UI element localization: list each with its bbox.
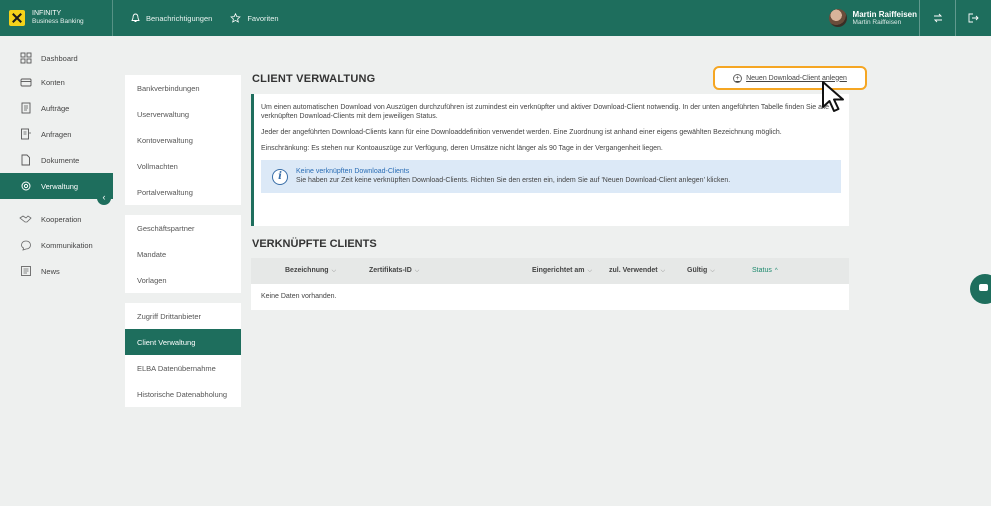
chat-icon <box>19 239 32 252</box>
requests-icon <box>19 128 32 141</box>
star-icon <box>230 13 242 23</box>
sidebar-item-label: Anfragen <box>41 129 72 139</box>
subnav-item-bankverbindungen[interactable]: Bankverbindungen <box>125 75 241 101</box>
sidebar-item-kooperation[interactable]: Kooperation <box>0 206 113 232</box>
sidebar-item-label: Kooperation <box>41 214 82 224</box>
subnav-group-clients: Zugriff Drittanbieter Client Verwaltung … <box>125 303 241 407</box>
gear-icon <box>19 180 32 193</box>
linked-clients-title: VERKNÜPFTE CLIENTS <box>252 238 377 250</box>
subnav-item-historische-datenabholung[interactable]: Historische Datenabholung <box>125 381 241 407</box>
bell-icon <box>131 13 140 22</box>
dashboard-icon <box>19 52 32 65</box>
column-header-zertifikats-id[interactable]: Zertifikats-ID ⌵ <box>369 267 419 275</box>
sidebar-item-dashboard[interactable]: Dashboard <box>0 47 113 69</box>
sidebar-item-auftraege[interactable]: Aufträge <box>0 95 113 121</box>
info-text-1: Um einen automatischen Download von Ausz… <box>261 104 829 120</box>
favorites-label: Favoriten <box>247 13 279 23</box>
document-icon <box>19 154 32 167</box>
table-header: Bezeichnung ⌵ Zertifikats-ID ⌵ Eingerichte… <box>251 258 849 284</box>
sidebar-item-label: Aufträge <box>41 103 70 113</box>
sidebar-item-kommunikation[interactable]: Kommunikation <box>0 232 113 258</box>
subnav-item-zugriff-drittanbieter[interactable]: Zugriff Drittanbieter <box>125 303 241 329</box>
notifications-label: Benachrichtigungen <box>146 13 213 23</box>
chevron-down-icon: ⌵ <box>660 268 666 274</box>
plus-circle-icon: + <box>733 73 743 83</box>
handshake-icon <box>19 213 32 226</box>
subnav-item-vollmachten[interactable]: Vollmachten <box>125 153 241 179</box>
swap-arrows-icon <box>933 13 942 23</box>
subnav-item-elba-datenuebernahme[interactable]: ELBA Datenübernahme <box>125 355 241 381</box>
info-text-3: Einschränkung: Es stehen nur Kontoauszüg… <box>261 145 663 152</box>
subnav-item-userverwaltung[interactable]: Userverwaltung <box>125 101 241 127</box>
subnav-group-bank: Bankverbindungen Userverwaltung Kontover… <box>125 75 241 205</box>
clients-table: Bezeichnung ⌵ Zertifikats-ID ⌵ Eingerichte… <box>251 258 849 310</box>
sidebar-item-label: Kommunikation <box>41 240 93 250</box>
brand-logo[interactable]: INFINITY Business Banking <box>0 0 113 36</box>
sidebar-item-label: Konten <box>41 77 65 87</box>
chevron-down-icon: ⌵ <box>331 268 337 274</box>
logout-icon <box>968 13 979 23</box>
chevron-down-icon: ⌵ <box>587 268 593 274</box>
subnav-item-client-verwaltung[interactable]: Client Verwaltung <box>125 329 241 355</box>
no-clients-notice: i Keine verknüpften Download-Clients Sie… <box>261 160 841 193</box>
sidebar-item-label: Dashboard <box>41 53 78 63</box>
column-header-zul-verwendet[interactable]: zul. Verwendet ⌵ <box>609 267 665 275</box>
brand-name: INFINITY <box>32 10 62 17</box>
sidebar-item-dokumente[interactable]: Dokumente <box>0 147 113 173</box>
info-icon: i <box>272 168 288 185</box>
chevron-down-icon: ⌵ <box>414 268 420 274</box>
column-header-gueltig[interactable]: Gültig ⌵ <box>687 267 715 275</box>
subnav-item-portalverwaltung[interactable]: Portalverwaltung <box>125 179 241 205</box>
switch-button[interactable] <box>919 0 955 36</box>
subnav-group-partners: Geschäftspartner Mandate Vorlagen <box>125 215 241 293</box>
subnav-item-kontoverwaltung[interactable]: Kontoverwaltung <box>125 127 241 153</box>
column-header-eingerichtet-am[interactable]: Eingerichtet am ⌵ <box>532 267 592 275</box>
sidebar-item-label: Verwaltung <box>41 181 79 191</box>
chevron-left-icon: ‹ <box>102 192 106 202</box>
logout-button[interactable] <box>955 0 991 36</box>
user-name: Martin Raiffeisen <box>852 10 917 19</box>
user-subtitle: Martin Raiffeisen <box>852 19 902 26</box>
info-text-2: Jeder der angeführten Download-Clients k… <box>261 129 782 136</box>
sidebar-item-konten[interactable]: Konten <box>0 69 113 95</box>
wallet-icon <box>19 76 32 89</box>
news-icon <box>19 265 32 278</box>
orders-icon <box>19 102 32 115</box>
sidebar-item-label: Dokumente <box>41 155 80 165</box>
top-bar: INFINITY Business Banking Benachrichtigu… <box>0 0 991 36</box>
chevron-down-icon: ⌵ <box>710 268 715 274</box>
chevron-up-icon: ^ <box>774 268 778 274</box>
notice-text: Sie haben zur Zeit keine verknüpften Dow… <box>296 177 731 184</box>
brand-subtitle: Business Banking <box>32 18 84 25</box>
raiffeisen-logo-icon <box>9 10 25 26</box>
info-panel: Um einen automatischen Download von Ausz… <box>251 94 849 226</box>
sidebar-collapse-button[interactable]: ‹ <box>97 191 111 205</box>
column-header-bezeichnung[interactable]: Bezeichnung ⌵ <box>285 267 336 275</box>
user-profile[interactable]: Martin Raiffeisen Martin Raiffeisen <box>828 0 917 36</box>
favorites-link[interactable]: Favoriten <box>230 13 279 23</box>
notifications-link[interactable]: Benachrichtigungen <box>131 13 212 23</box>
subnav-item-geschaeftspartner[interactable]: Geschäftspartner <box>125 215 241 241</box>
chat-fab-button[interactable] <box>970 274 991 304</box>
notice-title: Keine verknüpften Download-Clients <box>296 168 410 175</box>
page-title: CLIENT VERWALTUNG <box>252 73 376 85</box>
sidebar-item-anfragen[interactable]: Anfragen <box>0 121 113 147</box>
subnav-item-mandate[interactable]: Mandate <box>125 241 241 267</box>
sidebar-item-label: News <box>41 266 60 276</box>
table-empty-row: Keine Daten vorhanden. <box>261 293 337 300</box>
mouse-cursor-icon <box>822 81 844 112</box>
column-header-status[interactable]: Status ^ <box>752 267 778 274</box>
subnav-item-vorlagen[interactable]: Vorlagen <box>125 267 241 293</box>
sidebar-item-news[interactable]: News <box>0 258 113 284</box>
avatar <box>828 9 847 27</box>
sidebar: Dashboard Konten Aufträge Anfragen Dokum… <box>0 36 113 506</box>
sidebar-item-verwaltung[interactable]: Verwaltung <box>0 173 113 199</box>
